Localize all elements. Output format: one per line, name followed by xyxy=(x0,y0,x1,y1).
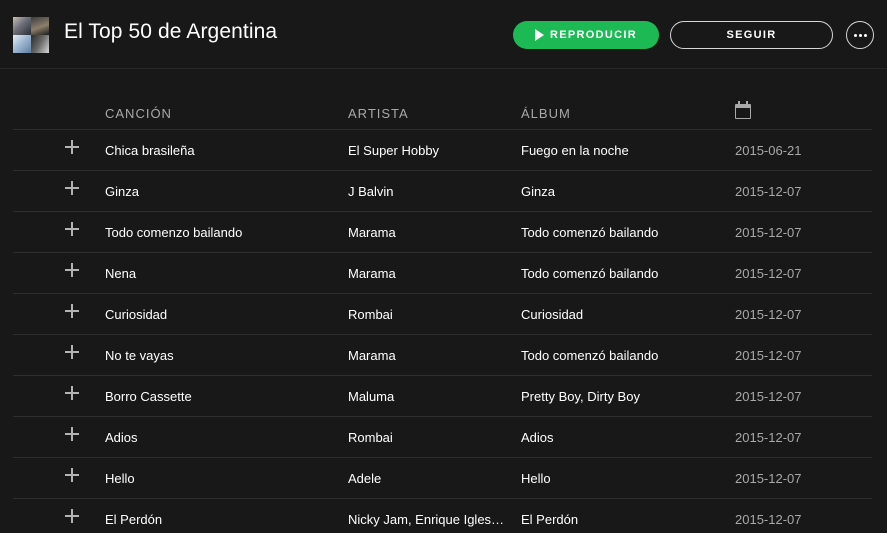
track-date-added: 2015-06-21 xyxy=(735,143,802,158)
track-row[interactable]: Hello Adele Hello 2015-12-07 xyxy=(13,458,872,499)
track-artist-link[interactable]: Marama xyxy=(348,348,513,363)
add-to-library-icon[interactable] xyxy=(65,222,79,236)
play-button[interactable]: REPRODUCIR xyxy=(513,21,659,49)
cover-tile xyxy=(31,35,49,53)
track-album-link[interactable]: Fuego en la noche xyxy=(521,143,726,158)
track-row[interactable]: El Perdón Nicky Jam, Enrique Igles… El Per… xyxy=(13,499,872,533)
track-album-link[interactable]: Adios xyxy=(521,430,726,445)
track-album-link[interactable]: Todo comenzó bailando xyxy=(521,348,726,363)
add-to-library-icon[interactable] xyxy=(65,427,79,441)
track-row[interactable]: Chica brasileña El Super Hobby Fuego en la… xyxy=(13,130,872,171)
track-title: Chica brasileña xyxy=(105,143,195,158)
add-to-library-icon[interactable] xyxy=(65,140,79,154)
track-title: Todo comenzo bailando xyxy=(105,225,243,240)
track-album-link[interactable]: Curiosidad xyxy=(521,307,726,322)
track-title: Ginza xyxy=(105,184,139,199)
add-to-library-icon[interactable] xyxy=(65,468,79,482)
track-artist-link[interactable]: J Balvin xyxy=(348,184,513,199)
ellipsis-icon xyxy=(858,33,862,37)
more-options-button[interactable] xyxy=(846,21,874,49)
track-title: No te vayas xyxy=(105,348,174,363)
tracklist-table: CANCIÓN ARTISTA ÁLBUM Chica brasileña El … xyxy=(13,97,872,533)
play-icon xyxy=(535,29,545,41)
track-artist-link[interactable]: Adele xyxy=(348,471,513,486)
track-date-added: 2015-12-07 xyxy=(735,389,802,404)
track-date-added: 2015-12-07 xyxy=(735,266,802,281)
add-to-library-icon[interactable] xyxy=(65,386,79,400)
playlist-view: El Top 50 de Argentina REPRODUCIR SEGUIR… xyxy=(0,0,887,533)
track-album-link[interactable]: Hello xyxy=(521,471,726,486)
track-artist-link[interactable]: Maluma xyxy=(348,389,513,404)
play-button-label: REPRODUCIR xyxy=(550,29,637,41)
column-header-song[interactable]: CANCIÓN xyxy=(105,106,172,121)
cover-tile xyxy=(13,35,31,53)
add-to-library-icon[interactable] xyxy=(65,304,79,318)
track-title: Borro Cassette xyxy=(105,389,192,404)
track-date-added: 2015-12-07 xyxy=(735,348,802,363)
track-title: Nena xyxy=(105,266,137,281)
track-album-link[interactable]: Pretty Boy, Dirty Boy xyxy=(521,389,726,404)
cover-tile xyxy=(31,17,49,35)
track-row[interactable]: Curiosidad Rombai Curiosidad 2015-12-07 xyxy=(13,294,872,335)
track-title: El Perdón xyxy=(105,512,163,527)
add-to-library-icon[interactable] xyxy=(65,263,79,277)
track-date-added: 2015-12-07 xyxy=(735,307,802,322)
track-artist-link[interactable]: Rombai xyxy=(348,430,513,445)
track-row[interactable]: No te vayas Marama Todo comenzó bailando 20… xyxy=(13,335,872,376)
track-artist-link[interactable]: Marama xyxy=(348,225,513,240)
track-album-link[interactable]: Todo comenzó bailando xyxy=(521,225,726,240)
track-date-added: 2015-12-07 xyxy=(735,471,802,486)
track-row[interactable]: Nena Marama Todo comenzó bailando 2015-12-0… xyxy=(13,253,872,294)
track-album-link[interactable]: Todo comenzó bailando xyxy=(521,266,726,281)
track-artist-link[interactable]: El Super Hobby xyxy=(348,143,513,158)
ellipsis-icon xyxy=(863,33,867,37)
track-title: Hello xyxy=(105,471,135,486)
add-to-library-icon[interactable] xyxy=(65,181,79,195)
track-date-added: 2015-12-07 xyxy=(735,512,802,527)
playlist-cover-image[interactable] xyxy=(13,17,49,53)
track-date-added: 2015-12-07 xyxy=(735,225,802,240)
track-artist-link[interactable]: Marama xyxy=(348,266,513,281)
add-to-library-icon[interactable] xyxy=(65,509,79,523)
track-row[interactable]: Adios Rombai Adios 2015-12-07 xyxy=(13,417,872,458)
track-row[interactable]: Todo comenzo bailando Marama Todo comenzó … xyxy=(13,212,872,253)
track-artist-link[interactable]: Rombai xyxy=(348,307,513,322)
calendar-icon xyxy=(735,101,751,119)
tracklist-header-row: CANCIÓN ARTISTA ÁLBUM xyxy=(13,97,872,130)
playlist-header: El Top 50 de Argentina REPRODUCIR SEGUIR xyxy=(0,0,887,69)
track-album-link[interactable]: Ginza xyxy=(521,184,726,199)
track-date-added: 2015-12-07 xyxy=(735,430,802,445)
column-header-date-added[interactable] xyxy=(735,101,751,119)
track-title: Curiosidad xyxy=(105,307,168,322)
track-artist-link[interactable]: Nicky Jam, Enrique Igles… xyxy=(348,512,513,527)
add-to-library-icon[interactable] xyxy=(65,345,79,359)
track-row[interactable]: Ginza J Balvin Ginza 2015-12-07 xyxy=(13,171,872,212)
tracklist-body: Chica brasileña El Super Hobby Fuego en la… xyxy=(13,130,872,533)
column-header-album[interactable]: ÁLBUM xyxy=(521,106,571,121)
track-date-added: 2015-12-07 xyxy=(735,184,802,199)
track-album-link[interactable]: El Perdón xyxy=(521,512,726,527)
column-header-artist[interactable]: ARTISTA xyxy=(348,106,409,121)
ellipsis-icon xyxy=(853,33,857,37)
track-row[interactable]: Borro Cassette Maluma Pretty Boy, Dirty Bo… xyxy=(13,376,872,417)
cover-tile xyxy=(13,17,31,35)
follow-button[interactable]: SEGUIR xyxy=(670,21,833,49)
track-title: Adios xyxy=(105,430,138,445)
playlist-title: El Top 50 de Argentina xyxy=(64,20,278,43)
